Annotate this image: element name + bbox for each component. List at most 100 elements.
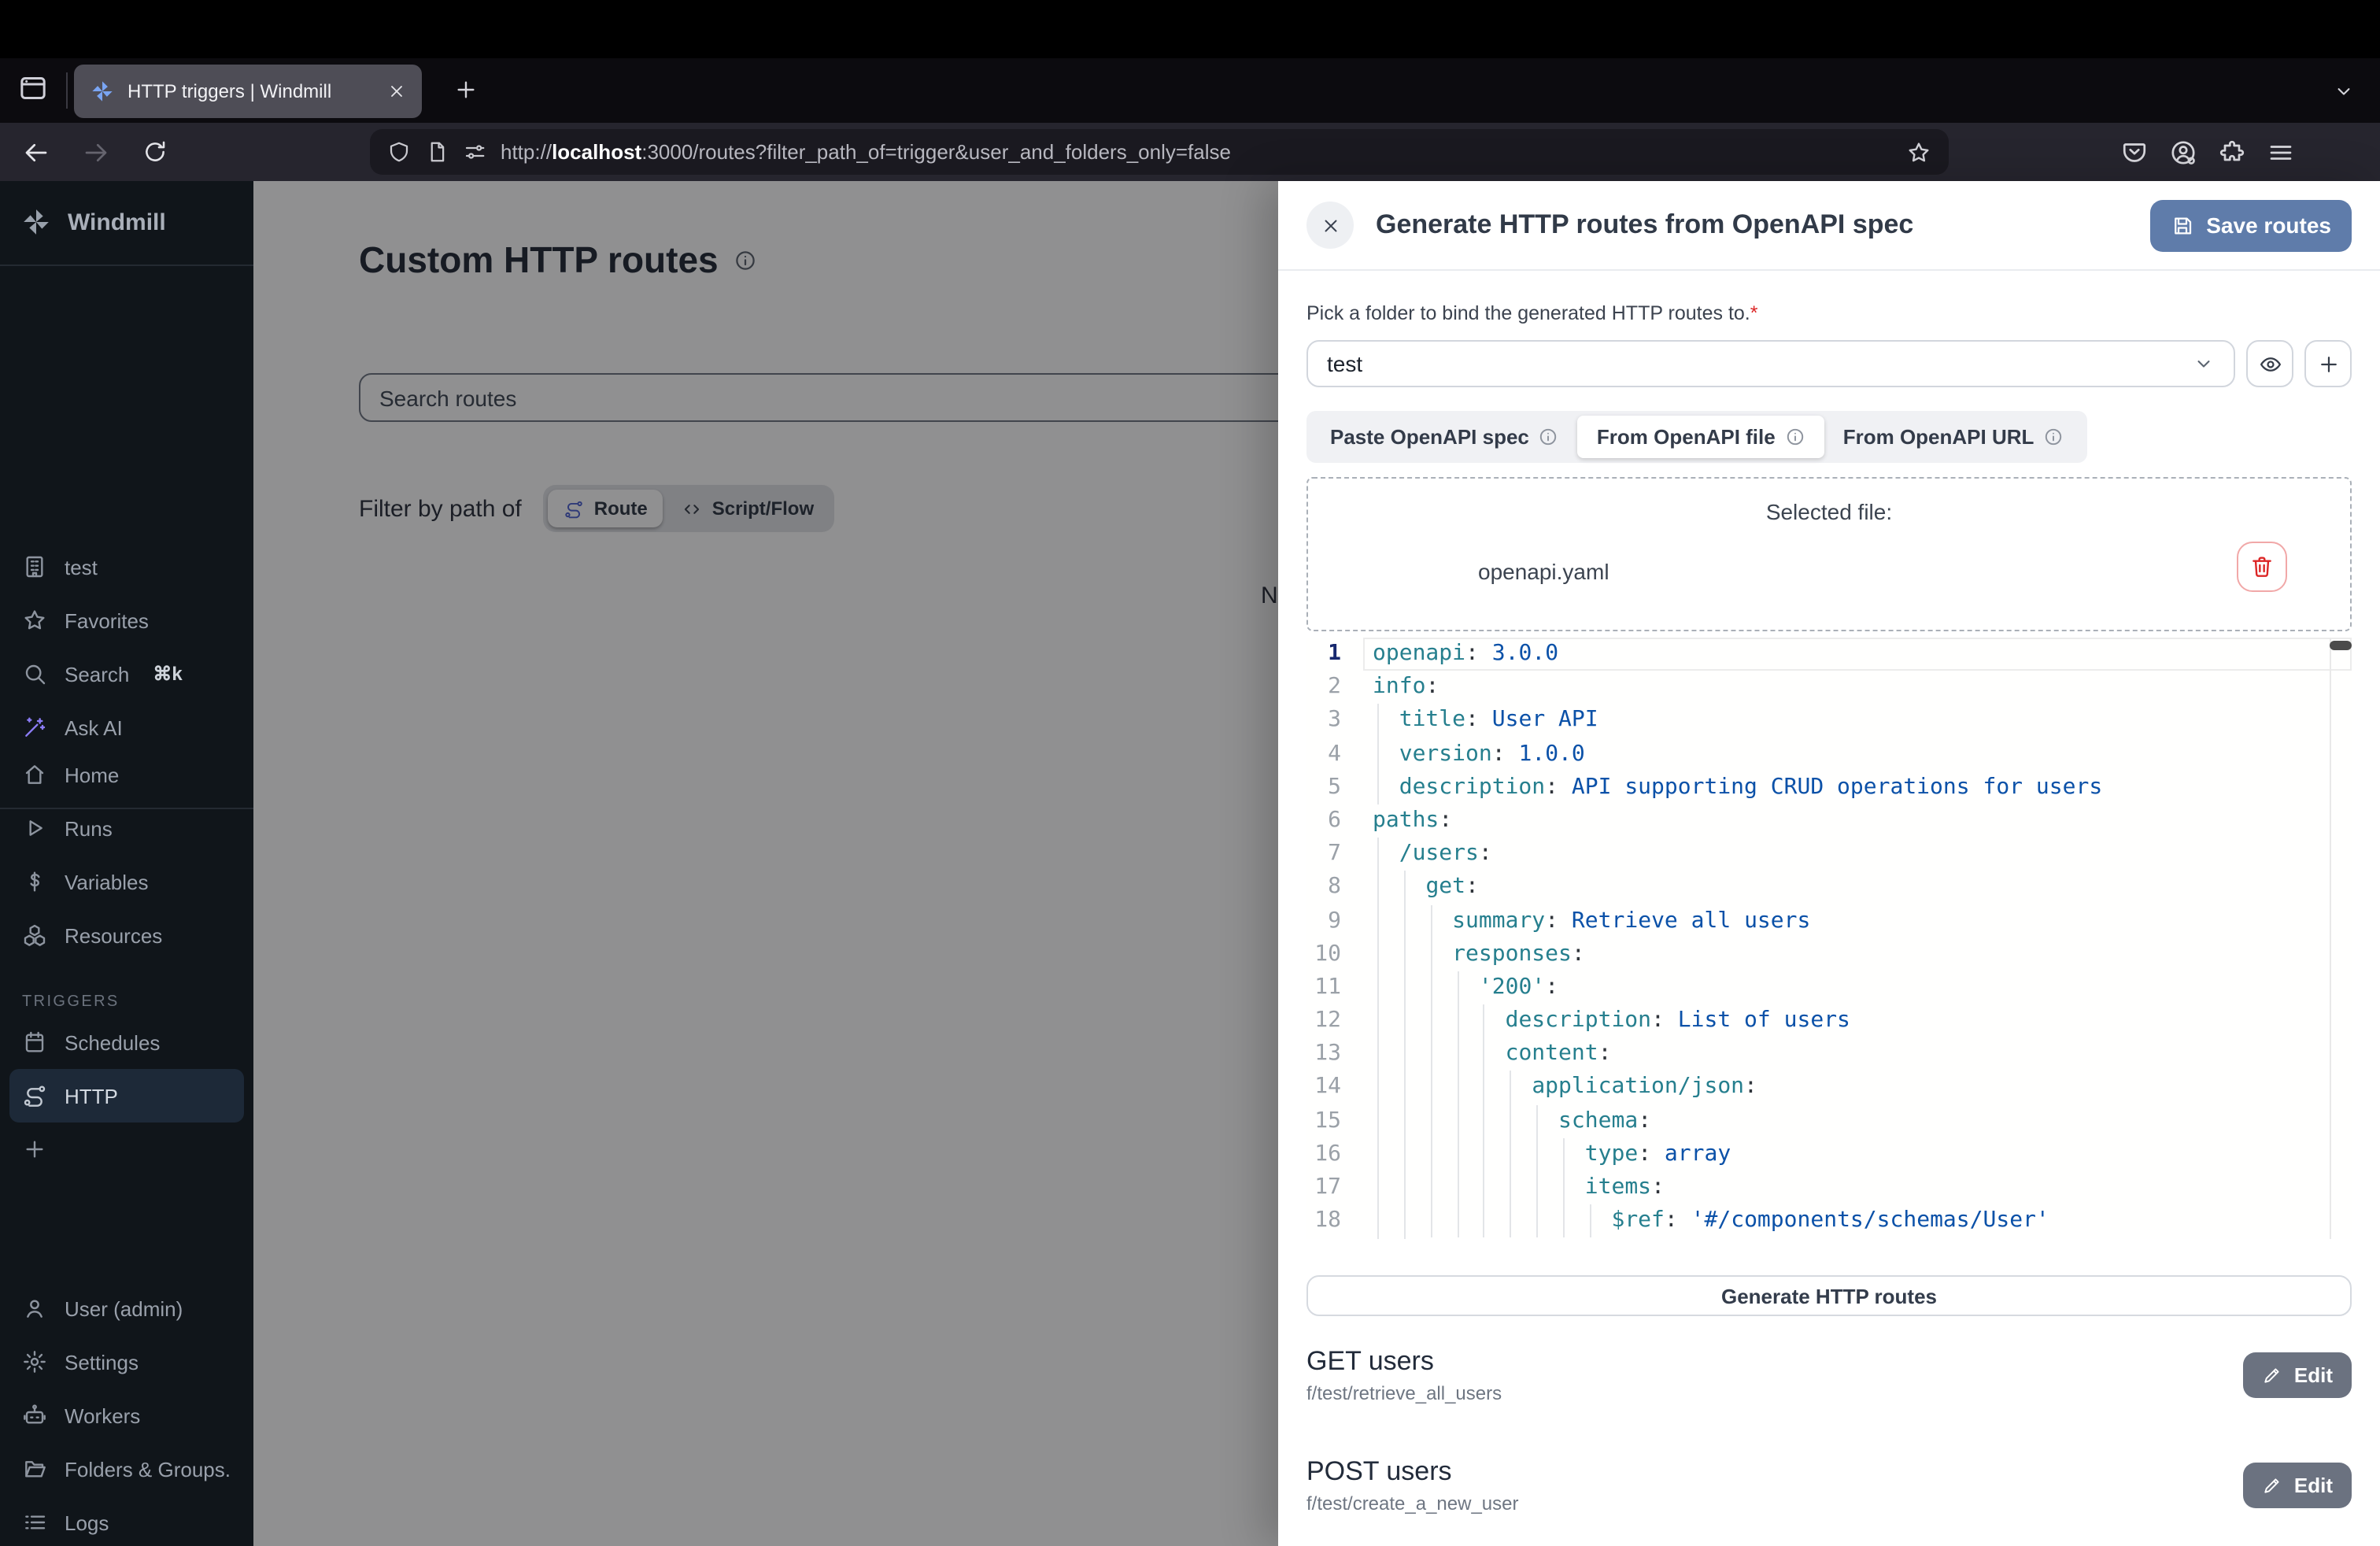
gear-icon <box>22 1349 47 1374</box>
info-icon <box>1785 427 1805 447</box>
code-text: description: List of users <box>1506 1004 1850 1037</box>
site-info-icon[interactable] <box>425 140 449 164</box>
code-text: responses: <box>1452 938 1585 971</box>
tab-separator <box>66 72 68 109</box>
firefox-view-icon[interactable] <box>17 72 49 104</box>
sidebar-item-plus[interactable] <box>0 1123 253 1176</box>
sidebar-item-label: Schedules <box>65 1030 160 1054</box>
robot-icon <box>22 1403 47 1428</box>
close-icon <box>1320 215 1340 235</box>
info-icon <box>2043 427 2064 447</box>
save-routes-button[interactable]: Save routes <box>2149 199 2352 251</box>
code-text: version: 1.0.0 <box>1399 738 1585 771</box>
url-text: http://localhost:3000/routes?filter_path… <box>501 140 1231 164</box>
close-button[interactable] <box>1306 202 1354 249</box>
tab-paste-openapi-spec[interactable]: Paste OpenAPI spec <box>1311 416 1578 458</box>
code-text: content: <box>1506 1038 1612 1071</box>
code-line: 1openapi: 3.0.0 <box>1306 638 2352 671</box>
tab-from-openapi-url[interactable]: From OpenAPI URL <box>1824 416 2083 458</box>
route-info: GET usersf/test/retrieve_all_users <box>1306 1346 1502 1404</box>
tab-close-icon[interactable] <box>387 82 406 101</box>
pocket-icon[interactable] <box>2120 139 2149 167</box>
screen: HTTP triggers | Windmill http://localhos… <box>0 0 2380 1546</box>
folder-select[interactable]: test <box>1306 340 2235 387</box>
add-folder-button[interactable] <box>2304 340 2352 387</box>
sidebar-item-workers[interactable]: Workers <box>0 1389 253 1442</box>
sidebar-divider <box>0 264 253 266</box>
generate-routes-button[interactable]: Generate HTTP routes <box>1306 1275 2352 1316</box>
modal-overlay[interactable] <box>253 181 1278 1546</box>
account-icon[interactable] <box>2169 139 2197 167</box>
sidebar-item-http[interactable]: HTTP <box>9 1069 244 1123</box>
sidebar-item-home[interactable]: Home <box>0 748 253 801</box>
brand[interactable]: Windmill <box>0 181 253 257</box>
view-folder-button[interactable] <box>2246 340 2293 387</box>
menu-icon[interactable] <box>2267 139 2295 167</box>
edit-label: Edit <box>2294 1474 2333 1497</box>
forward-button[interactable] <box>82 139 110 167</box>
sidebar-item-search[interactable]: Search⌘k <box>0 647 253 701</box>
person-icon <box>22 1296 47 1321</box>
folder-row: test <box>1306 340 2352 387</box>
browser-tab[interactable]: HTTP triggers | Windmill <box>74 65 422 118</box>
remove-file-button[interactable] <box>2237 542 2287 592</box>
generated-routes-list: GET usersf/test/retrieve_all_usersEditPO… <box>1306 1346 2352 1515</box>
sidebar-item-resources[interactable]: Resources <box>0 908 253 962</box>
search-icon <box>22 661 47 686</box>
bookmark-star-icon[interactable] <box>1906 139 1931 165</box>
permissions-icon[interactable] <box>463 140 486 164</box>
sidebar-item-ask-ai[interactable]: Ask AI <box>0 701 253 754</box>
url-bar[interactable]: http://localhost:3000/routes?filter_path… <box>370 129 1949 175</box>
sidebar-item-user-admin[interactable]: User (admin) <box>0 1282 253 1335</box>
sidebar-item-schedules[interactable]: Schedules <box>0 1015 253 1069</box>
cubes-icon <box>22 923 47 948</box>
extensions-icon[interactable] <box>2218 139 2246 167</box>
line-number: 15 <box>1306 1104 1357 1137</box>
sidebar: Windmill test FavoritesSearch⌘k Ask AI Hom… <box>0 181 253 1546</box>
sidebar-item-label: Ask AI <box>65 716 123 739</box>
eye-icon <box>2258 352 2282 375</box>
list-all-tabs-button[interactable] <box>2333 80 2355 102</box>
plus-icon <box>22 1137 47 1162</box>
logs-icon <box>22 1510 47 1535</box>
code-text: items: <box>1585 1171 1665 1204</box>
building-icon <box>22 554 47 579</box>
tracking-protection-icon[interactable] <box>387 140 411 164</box>
sidebar-item-logs[interactable]: Logs <box>0 1496 253 1546</box>
code-editor[interactable]: 1openapi: 3.0.02info:3title: User API4ve… <box>1306 638 2352 1239</box>
edit-route-button[interactable]: Edit <box>2244 1463 2352 1508</box>
sidebar-item-settings[interactable]: Settings <box>0 1335 253 1389</box>
info-icon <box>1539 427 1559 447</box>
scrollbar-thumb[interactable] <box>2330 641 2352 650</box>
code-line: 2info: <box>1306 671 2352 704</box>
sidebar-nav-group: Home RunsVariablesResources <box>0 748 253 962</box>
edit-route-button[interactable]: Edit <box>2244 1352 2352 1398</box>
sidebar-item-test[interactable]: test <box>0 540 253 594</box>
sidebar-item-label: HTTP <box>65 1084 118 1108</box>
new-tab-button[interactable] <box>453 77 479 102</box>
source-tab-group: Paste OpenAPI specFrom OpenAPI fileFrom … <box>1306 411 2087 463</box>
drawer-header: Generate HTTP routes from OpenAPI spec S… <box>1278 181 2380 271</box>
sidebar-item-label: Home <box>65 763 119 786</box>
wand-icon <box>22 715 47 740</box>
line-number: 14 <box>1306 1071 1357 1104</box>
sidebar-account-group: User (admin)SettingsWorkers Folders & Gro… <box>0 1282 253 1546</box>
line-number: 5 <box>1306 771 1357 804</box>
line-number: 2 <box>1306 671 1357 704</box>
code-text: /users: <box>1399 838 1492 871</box>
sidebar-item-label: test <box>65 555 98 579</box>
sidebar-item-label: Folders & Groups... <box>65 1457 231 1481</box>
browser-tab-bar: HTTP triggers | Windmill <box>0 58 2380 123</box>
code-line: 7/users: <box>1306 838 2352 871</box>
sidebar-item-folders-groups[interactable]: Folders & Groups... <box>0 1442 253 1496</box>
tab-from-openapi-file[interactable]: From OpenAPI file <box>1578 416 1824 458</box>
sidebar-item-runs[interactable]: Runs <box>0 801 253 855</box>
sidebar-triggers-group: Schedules HTTP <box>0 1015 253 1176</box>
reload-button[interactable] <box>142 139 168 165</box>
code-line: 9summary: Retrieve all users <box>1306 904 2352 938</box>
code-line: 14application/json: <box>1306 1071 2352 1104</box>
sidebar-item-variables[interactable]: Variables <box>0 855 253 908</box>
edit-label: Edit <box>2294 1363 2333 1387</box>
back-button[interactable] <box>22 139 50 167</box>
sidebar-item-favorites[interactable]: Favorites <box>0 594 253 647</box>
